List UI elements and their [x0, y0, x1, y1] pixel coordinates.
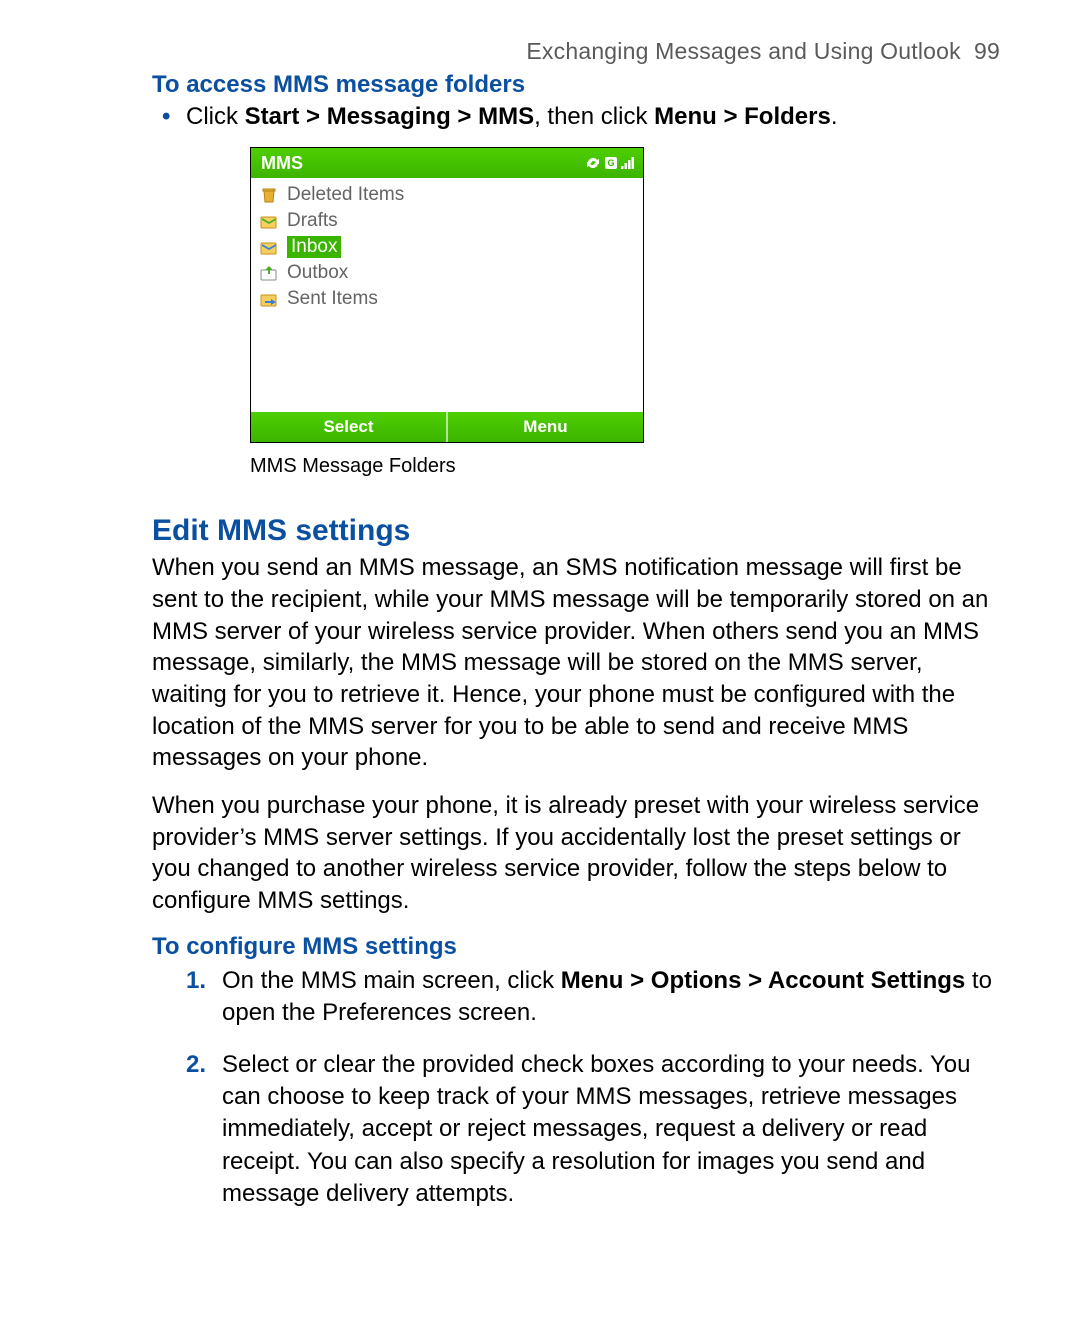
folder-inbox[interactable]: Inbox: [251, 234, 643, 260]
trash-icon: [259, 186, 279, 204]
step-1: 1. On the MMS main screen, click Menu > …: [186, 965, 1000, 1029]
gprs-icon: G: [605, 157, 617, 169]
svg-text:G: G: [607, 158, 614, 168]
heading-edit-mms-settings: Edit MMS settings: [152, 514, 1000, 548]
heading-configure-mms-settings: To configure MMS settings: [152, 933, 1000, 961]
folder-list-blank: [251, 312, 643, 412]
paragraph-preset-settings: When you purchase your phone, it is alre…: [152, 790, 1000, 917]
folder-list: Deleted Items Drafts Inbox Outbox Sent I…: [251, 178, 643, 412]
phone-status-icons: G: [585, 156, 635, 170]
outbox-icon: [259, 264, 279, 282]
phone-screenshot: MMS G Deleted Items Drafts I: [250, 147, 644, 443]
folder-label: Inbox: [287, 236, 341, 258]
folder-deleted-items[interactable]: Deleted Items: [251, 182, 643, 208]
step-number: 1.: [186, 965, 206, 997]
screenshot-caption: MMS Message Folders: [250, 455, 1000, 478]
phone-softkey-bar: Select Menu: [251, 412, 643, 442]
heading-access-mms-folders: To access MMS message folders: [152, 71, 1000, 99]
running-header: Exchanging Messages and Using Outlook 99: [90, 38, 1000, 65]
menu-path-menu-folders: Menu > Folders: [654, 103, 831, 130]
menu-path-options-account-settings: Menu > Options > Account Settings: [561, 967, 965, 994]
inbox-icon: [259, 238, 279, 256]
configure-steps-list: 1. On the MMS main screen, click Menu > …: [186, 965, 1000, 1210]
running-title: Exchanging Messages and Using Outlook: [526, 38, 960, 64]
page-number: 99: [974, 38, 1000, 64]
sync-icon: [585, 156, 601, 170]
folder-label: Sent Items: [287, 288, 378, 310]
bullet-text-suffix: .: [831, 103, 838, 130]
menu-path-start-messaging-mms: Start > Messaging > MMS: [245, 103, 534, 130]
phone-titlebar: MMS G: [251, 148, 643, 178]
folder-drafts[interactable]: Drafts: [251, 208, 643, 234]
bullet-text-prefix: Click: [186, 103, 245, 130]
softkey-menu[interactable]: Menu: [448, 412, 643, 442]
folder-label: Outbox: [287, 262, 348, 284]
drafts-icon: [259, 212, 279, 230]
phone-title-text: MMS: [261, 153, 303, 174]
signal-icon: [621, 157, 635, 169]
folder-label: Drafts: [287, 210, 338, 232]
folder-label: Deleted Items: [287, 184, 404, 206]
bullet-text-mid: , then click: [534, 103, 654, 130]
step-2: 2. Select or clear the provided check bo…: [186, 1049, 1000, 1210]
bullet-click-path: Click Start > Messaging > MMS, then clic…: [186, 101, 1000, 133]
paragraph-mms-server-info: When you send an MMS message, an SMS not…: [152, 552, 1000, 774]
softkey-select[interactable]: Select: [251, 412, 446, 442]
folder-sent-items[interactable]: Sent Items: [251, 286, 643, 312]
step-1-prefix: On the MMS main screen, click: [222, 967, 561, 994]
step-number: 2.: [186, 1049, 206, 1081]
folder-outbox[interactable]: Outbox: [251, 260, 643, 286]
sent-icon: [259, 290, 279, 308]
step-2-text: Select or clear the provided check boxes…: [222, 1051, 970, 1207]
